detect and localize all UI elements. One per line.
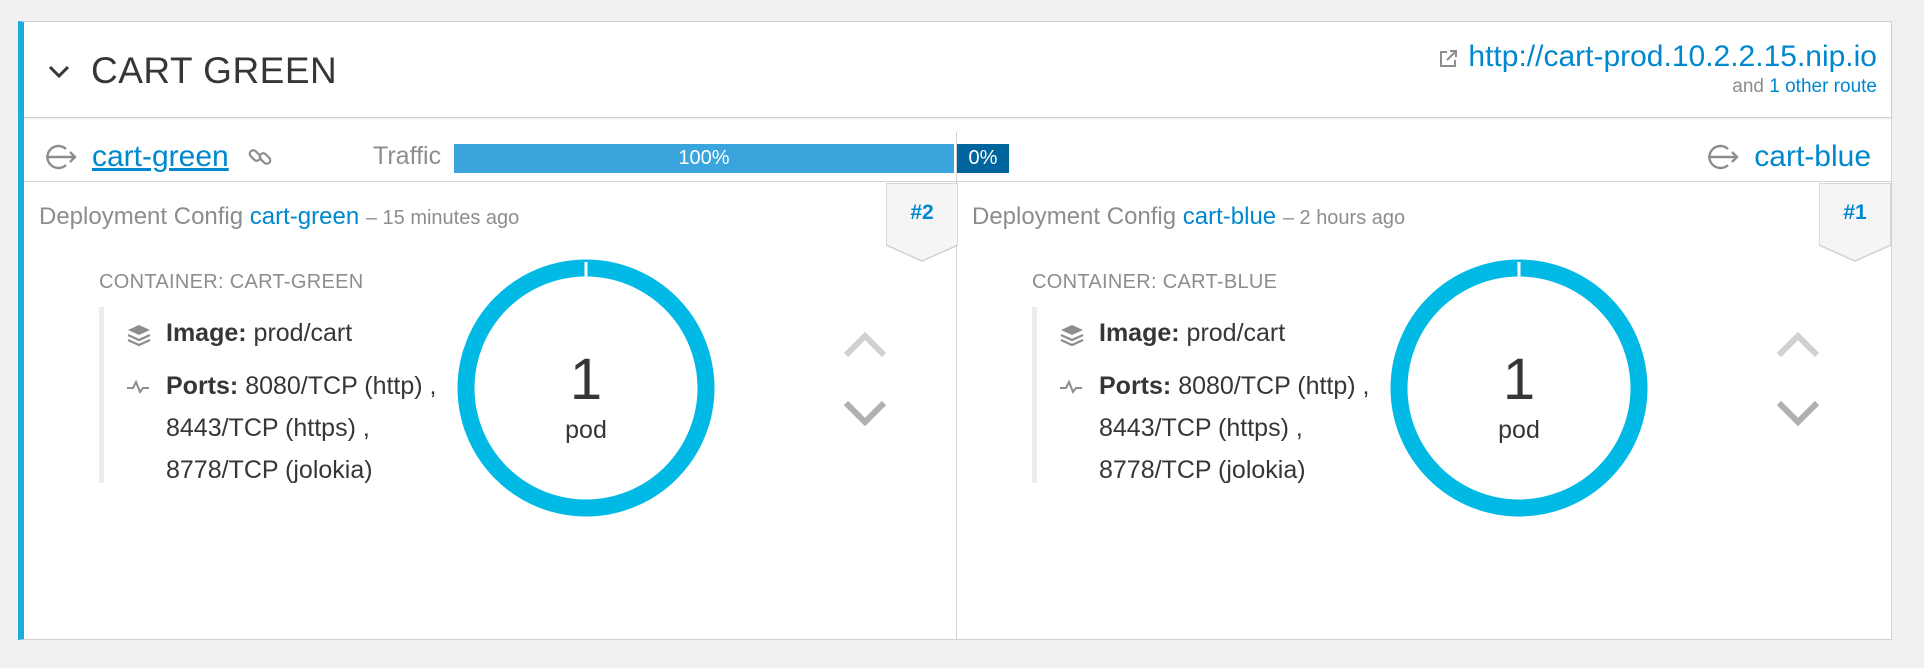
chevron-down-icon[interactable] (46, 58, 72, 84)
port-item: 8080/TCP (http) , (245, 372, 437, 400)
chevron-up-icon[interactable] (1775, 329, 1821, 359)
chain-link-icon[interactable] (247, 144, 273, 170)
other-routes-prefix: and (1732, 76, 1764, 97)
ports-label: Ports: (166, 372, 239, 400)
page-title: CART GREEN (91, 50, 338, 91)
service-cart-green: cart-green (42, 132, 273, 182)
app-card: CART GREEN http://cart-prod.10.2.2.15.ni… (18, 21, 1892, 641)
container-title: CONTAINER: CART-GREEN (99, 271, 364, 293)
service-icon (46, 144, 77, 170)
chevron-up-icon[interactable] (842, 329, 888, 359)
image-row: Image: prod/cart (1059, 319, 1392, 348)
pod-unit: pod (1498, 416, 1540, 444)
revision-number: #1 (1843, 201, 1867, 224)
traffic-bar: 100% 0% (454, 144, 1009, 173)
deployment-panel-cart-blue: Deployment Config cart-blue – 2 hours ag… (957, 182, 1892, 641)
dc-label: Deployment Config (972, 203, 1177, 230)
service-link-cart-green[interactable]: cart-green (92, 140, 229, 174)
other-routes: and 1 other route (1438, 76, 1877, 98)
route-info: http://cart-prod.10.2.2.15.nip.io and 1 … (1438, 40, 1877, 98)
pod-donut-chart: 1 pod (456, 258, 716, 518)
revision-badge[interactable]: #2 (885, 182, 959, 265)
container-details: Image: prod/cart Ports: 8080/TCP (http) … (99, 307, 459, 484)
port-item: 8778/TCP (jolokia) (166, 456, 373, 484)
dc-link-cart-green[interactable]: cart-green (250, 203, 359, 230)
port-item: 8080/TCP (http) , (1178, 372, 1370, 400)
chevron-down-icon[interactable] (1775, 399, 1821, 429)
pod-donut-chart: 1 pod (1389, 258, 1649, 518)
deployment-config-line: Deployment Config cart-green – 15 minute… (39, 203, 519, 231)
port-item: 8443/TCP (https) , (1099, 414, 1303, 442)
ports-row: Ports: 8080/TCP (http) , 8443/TCP (https… (1099, 365, 1369, 491)
service-link-cart-blue[interactable]: cart-blue (1754, 140, 1871, 174)
route-link[interactable]: http://cart-prod.10.2.2.15.nip.io (1468, 40, 1877, 74)
other-routes-link[interactable]: 1 other route (1769, 76, 1877, 97)
container-details: Image: prod/cart Ports: 8080/TCP (http) … (1032, 307, 1392, 484)
deployment-panel-cart-green: Deployment Config cart-green – 15 minute… (24, 182, 959, 641)
revision-number: #2 (910, 201, 934, 224)
dc-time-ago: – 2 hours ago (1282, 207, 1406, 229)
image-row: Image: prod/cart (126, 319, 459, 348)
service-bar: cart-green Traffic 100% 0% cart-blue (24, 132, 1891, 182)
container-title: CONTAINER: CART-BLUE (1032, 271, 1278, 293)
dc-time-ago: – 15 minutes ago (365, 207, 520, 229)
dc-link-cart-blue[interactable]: cart-blue (1183, 203, 1276, 230)
pod-count: 1 (569, 347, 603, 412)
pulse-icon (127, 379, 149, 395)
image-value: prod/cart (253, 319, 353, 347)
dc-label: Deployment Config (39, 203, 244, 230)
ports-label: Ports: (1099, 372, 1172, 400)
chevron-down-icon[interactable] (842, 399, 888, 429)
service-icon (1708, 144, 1739, 170)
service-cart-blue: cart-blue (1704, 132, 1871, 182)
pod-count: 1 (1502, 347, 1536, 412)
image-value: prod/cart (1186, 319, 1286, 347)
app-header: CART GREEN http://cart-prod.10.2.2.15.ni… (24, 22, 1891, 118)
revision-badge[interactable]: #1 (1818, 182, 1892, 265)
port-item: 8778/TCP (jolokia) (1099, 456, 1306, 484)
image-label: Image: (166, 319, 247, 347)
pulse-icon (1060, 379, 1082, 395)
image-label: Image: (1099, 319, 1180, 347)
pod-unit: pod (565, 416, 607, 444)
traffic-label: Traffic (373, 142, 442, 170)
port-item: 8443/TCP (https) , (166, 414, 370, 442)
traffic-segment-cart-blue: 0% (957, 144, 1009, 173)
ports-row: Ports: 8080/TCP (http) , 8443/TCP (https… (166, 365, 436, 491)
traffic-segment-cart-green: 100% (454, 144, 954, 173)
deployment-config-line: Deployment Config cart-blue – 2 hours ag… (972, 203, 1405, 231)
external-link-icon (1440, 49, 1458, 67)
